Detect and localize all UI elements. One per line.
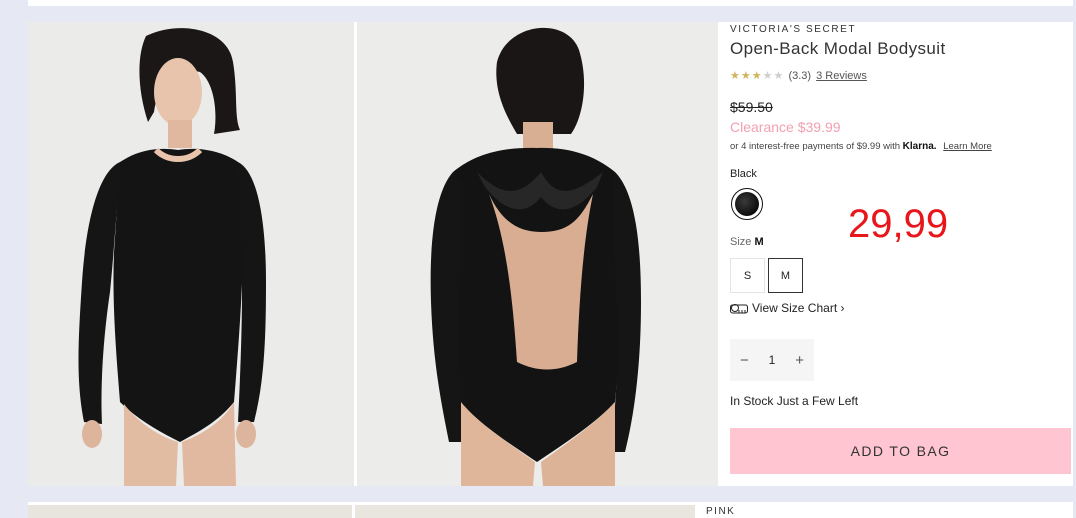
star-icon: ★: [740, 70, 752, 82]
selected-size: M: [754, 236, 764, 248]
star-icon: ★: [730, 70, 741, 82]
star-icon: ★: [762, 70, 774, 82]
page-background-edge: [0, 0, 14, 518]
rating-stars: ★★★★★: [730, 70, 788, 82]
swatch-fill: [735, 192, 759, 216]
selected-color-label: Black: [730, 168, 757, 180]
quantity-stepper[interactable]: − 1 +: [730, 339, 814, 381]
klarna-logo: Klarna.: [902, 141, 937, 152]
color-swatch-black[interactable]: [731, 188, 763, 220]
next-product-image-1[interactable]: [28, 505, 352, 518]
size-chart-link[interactable]: View Size Chart ›: [730, 301, 844, 315]
product-image-back[interactable]: [357, 22, 718, 486]
next-product-card: PINK: [28, 502, 1073, 518]
product-image-front[interactable]: [28, 22, 354, 486]
quantity-decrease-button[interactable]: −: [740, 352, 749, 369]
add-to-bag-button[interactable]: ADD TO BAG: [730, 428, 1071, 474]
handwritten-price-annotation: 29,99: [848, 202, 949, 246]
reviews-link[interactable]: 3 Reviews: [816, 70, 867, 82]
product-title[interactable]: Open-Back Modal Bodysuit: [730, 39, 946, 59]
quantity-increase-button[interactable]: +: [795, 352, 804, 369]
next-product-image-2[interactable]: [355, 505, 695, 518]
star-icon: ★: [751, 70, 763, 82]
measuring-tape-icon: [730, 304, 748, 314]
model-back-illustration: [357, 22, 718, 486]
quantity-value: 1: [768, 353, 776, 367]
klarna-installments: or 4 interest-free payments of $9.99 wit…: [730, 141, 992, 152]
previous-product-card-edge: [28, 0, 1073, 6]
model-front-illustration: [28, 22, 354, 486]
product-card: VICTORIA'S SECRET Open-Back Modal Bodysu…: [28, 22, 1073, 486]
size-label-text: Size: [730, 236, 752, 248]
original-price: $59.50: [730, 99, 773, 115]
size-option-m[interactable]: M: [768, 258, 803, 293]
size-label: Size M: [730, 236, 764, 248]
product-rating: ★★★★★ (3.3) 3 Reviews: [730, 69, 867, 82]
star-icon: ★: [773, 70, 785, 82]
rating-score: (3.3): [788, 70, 812, 82]
klarna-learn-more-link[interactable]: Learn More: [943, 141, 992, 152]
klarna-text: or 4 interest-free payments of $9.99 wit…: [730, 141, 901, 152]
product-brand: VICTORIA'S SECRET: [730, 24, 857, 35]
size-chart-label: View Size Chart ›: [752, 301, 845, 315]
clearance-price: Clearance $39.99: [730, 119, 841, 135]
product-info-panel: VICTORIA'S SECRET Open-Back Modal Bodysu…: [730, 22, 1073, 486]
stock-status: In Stock Just a Few Left: [730, 394, 859, 408]
next-product-brand: PINK: [706, 506, 736, 517]
size-option-s[interactable]: S: [730, 258, 765, 293]
